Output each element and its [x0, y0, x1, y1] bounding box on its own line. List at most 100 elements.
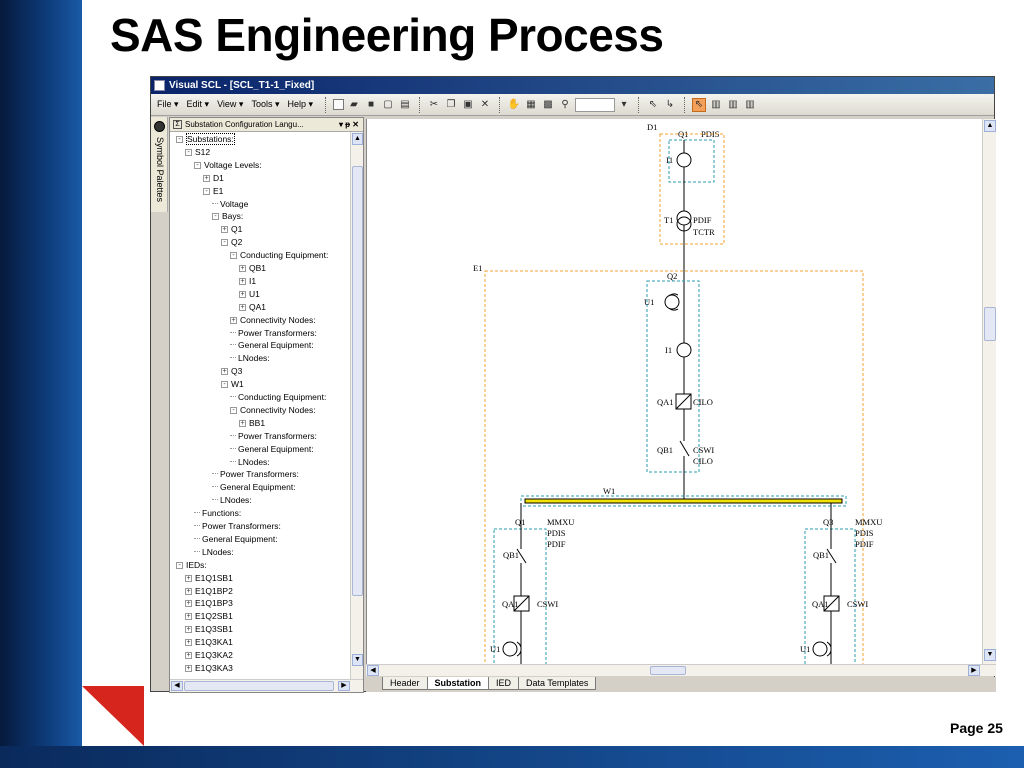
scroll-down-icon[interactable]: ▼ [352, 654, 363, 666]
transformer-winding-1[interactable] [676, 210, 692, 226]
cut-icon[interactable]: ✂ [427, 98, 441, 112]
collapse-icon[interactable]: - [203, 187, 210, 195]
expand-icon[interactable]: + [239, 419, 246, 427]
expand-icon[interactable]: + [239, 277, 246, 285]
tree-item[interactable]: LNodes: [212, 495, 252, 506]
busbar-bb1[interactable] [524, 498, 843, 504]
q2-vt-u1-circle[interactable] [664, 294, 680, 310]
collapse-icon[interactable]: - [221, 239, 228, 247]
tree-item[interactable]: LNodes: [230, 457, 270, 468]
tree-item[interactable]: + Connectivity Nodes: [230, 315, 316, 326]
delete-icon[interactable]: ✕ [478, 98, 492, 112]
menu-edit[interactable]: Edit ▾ [187, 99, 210, 110]
menu-tools[interactable]: Tools ▾ [251, 99, 279, 110]
tree-hscroll-thumb[interactable] [184, 681, 334, 691]
align-right-icon[interactable]: ▥ [743, 98, 757, 112]
collapse-icon[interactable]: - [212, 213, 219, 221]
single-line-diagram-canvas[interactable]: D1 Q1 PDIS I1 T1 PDIF TCTR E1 Q2 U1 I1 Q… [366, 119, 996, 670]
print-preview-icon[interactable]: ▢ [381, 98, 395, 112]
tree-item[interactable]: - IEDs: [176, 560, 207, 571]
dropdown-arrow-icon[interactable]: ▾ [617, 98, 631, 112]
canvas-hscroll-thumb[interactable] [650, 666, 686, 675]
symbol-palettes-tab[interactable]: Symbol Palettes [151, 117, 168, 212]
tree-item[interactable]: - Bays: [212, 211, 243, 222]
tree-item[interactable]: + E1Q3KA1 [185, 637, 233, 648]
copy-icon[interactable]: ❐ [444, 98, 458, 112]
tree-item[interactable]: General Equipment: [230, 444, 314, 455]
tree-item[interactable]: + E1Q1SB1 [185, 573, 233, 584]
expand-icon[interactable]: + [185, 626, 192, 634]
expand-icon[interactable]: + [239, 303, 246, 311]
tab-ied[interactable]: IED [488, 677, 520, 690]
expand-icon[interactable]: + [185, 652, 192, 659]
panel-controls[interactable]: ▾ ᵽ ✕ [339, 120, 359, 129]
q1-vt-u1-symbol[interactable] [502, 641, 518, 657]
expand-icon[interactable]: + [185, 664, 192, 672]
tree-item[interactable]: + U1 [239, 289, 260, 300]
tree-item[interactable]: LNodes: [230, 353, 270, 364]
pointer-icon[interactable]: ⇖ [646, 98, 660, 112]
tree-item[interactable]: General Equipment: [194, 534, 278, 545]
tree-item[interactable]: + QA1 [239, 302, 266, 313]
tree-scroll-thumb[interactable] [352, 166, 363, 596]
tree-item[interactable]: - E1 [203, 186, 223, 197]
new-icon[interactable] [333, 99, 344, 110]
d1-q1-boundary[interactable] [668, 139, 715, 183]
collapse-icon[interactable]: - [230, 406, 237, 414]
expand-icon[interactable]: + [221, 226, 228, 234]
tree-item[interactable]: + Q3 [221, 366, 242, 377]
align-center-icon[interactable]: ▥ [726, 98, 740, 112]
expand-icon[interactable]: + [185, 613, 192, 621]
tree-item[interactable]: + E1Q2SB1 [185, 611, 233, 622]
q2-disconnector-qb1[interactable] [679, 440, 690, 457]
expand-icon[interactable]: + [221, 368, 228, 376]
tree-item[interactable]: + I1 [239, 276, 256, 287]
ct-i1-symbol[interactable] [676, 152, 692, 168]
tree-item[interactable]: Voltage [212, 199, 248, 210]
scroll-left-icon[interactable]: ◀ [171, 681, 183, 691]
scroll-up-icon[interactable]: ▲ [984, 120, 996, 132]
tree-item[interactable]: + E1Q1BP3 [185, 598, 233, 609]
save-icon[interactable]: ■ [364, 98, 378, 112]
tree-item[interactable]: - Voltage Levels: [194, 160, 262, 171]
scroll-right-icon[interactable]: ▶ [968, 665, 980, 676]
menu-view[interactable]: View ▾ [217, 99, 243, 110]
tab-data-templates[interactable]: Data Templates [518, 677, 597, 690]
expand-icon[interactable]: + [185, 574, 192, 582]
tree-item[interactable]: Power Transformers: [194, 521, 281, 532]
collapse-icon[interactable]: - [230, 252, 237, 260]
tree-item[interactable]: + BB1 [239, 418, 265, 429]
expand-icon[interactable]: + [239, 265, 246, 272]
tree-item[interactable]: - S12 [185, 147, 210, 158]
canvas-horizontal-scrollbar[interactable]: ◀ ▶ [366, 664, 996, 676]
scroll-up-icon[interactable]: ▲ [352, 133, 363, 145]
zoom-dropdown[interactable] [575, 97, 615, 112]
tree-item[interactable]: - Connectivity Nodes: [230, 405, 316, 416]
collapse-icon[interactable]: - [176, 561, 183, 569]
tree-item[interactable]: + D1 [203, 173, 224, 184]
open-folder-icon[interactable]: ▰ [347, 98, 361, 112]
tree-item[interactable]: + Q1 [221, 224, 242, 235]
collapse-icon[interactable]: - [194, 161, 201, 169]
collapse-icon[interactable]: - [221, 381, 228, 389]
tree-item[interactable]: - Conducting Equipment: [230, 250, 328, 261]
select-tool-icon[interactable]: ⇖ [692, 97, 706, 112]
tree-item[interactable]: Conducting Equipment: [230, 392, 326, 403]
expand-icon[interactable]: + [185, 600, 192, 608]
tree-item[interactable]: + E1Q3SB1 [185, 624, 233, 635]
scroll-left-icon[interactable]: ◀ [367, 665, 379, 676]
collapse-icon[interactable]: - [185, 148, 192, 156]
tree-item[interactable]: General Equipment: [212, 482, 296, 493]
menu-help[interactable]: Help ▾ [287, 99, 313, 110]
zoom-icon[interactable]: ⚲ [558, 98, 572, 112]
tree-item[interactable]: Functions: [194, 508, 241, 519]
tree-item[interactable]: General Equipment: [230, 340, 314, 351]
expand-icon[interactable]: + [185, 639, 192, 647]
q2-ct-i1-symbol[interactable] [676, 342, 692, 358]
window-icon[interactable]: ▩ [541, 98, 555, 112]
canvas-vertical-scrollbar[interactable]: ▲ ▼ [982, 119, 996, 664]
paste-icon[interactable]: ▣ [461, 98, 475, 112]
tree-item[interactable]: Power Transformers: [230, 328, 317, 339]
tree-item[interactable]: - Q2 [221, 237, 242, 248]
tree-item[interactable]: LNodes: [194, 547, 234, 558]
